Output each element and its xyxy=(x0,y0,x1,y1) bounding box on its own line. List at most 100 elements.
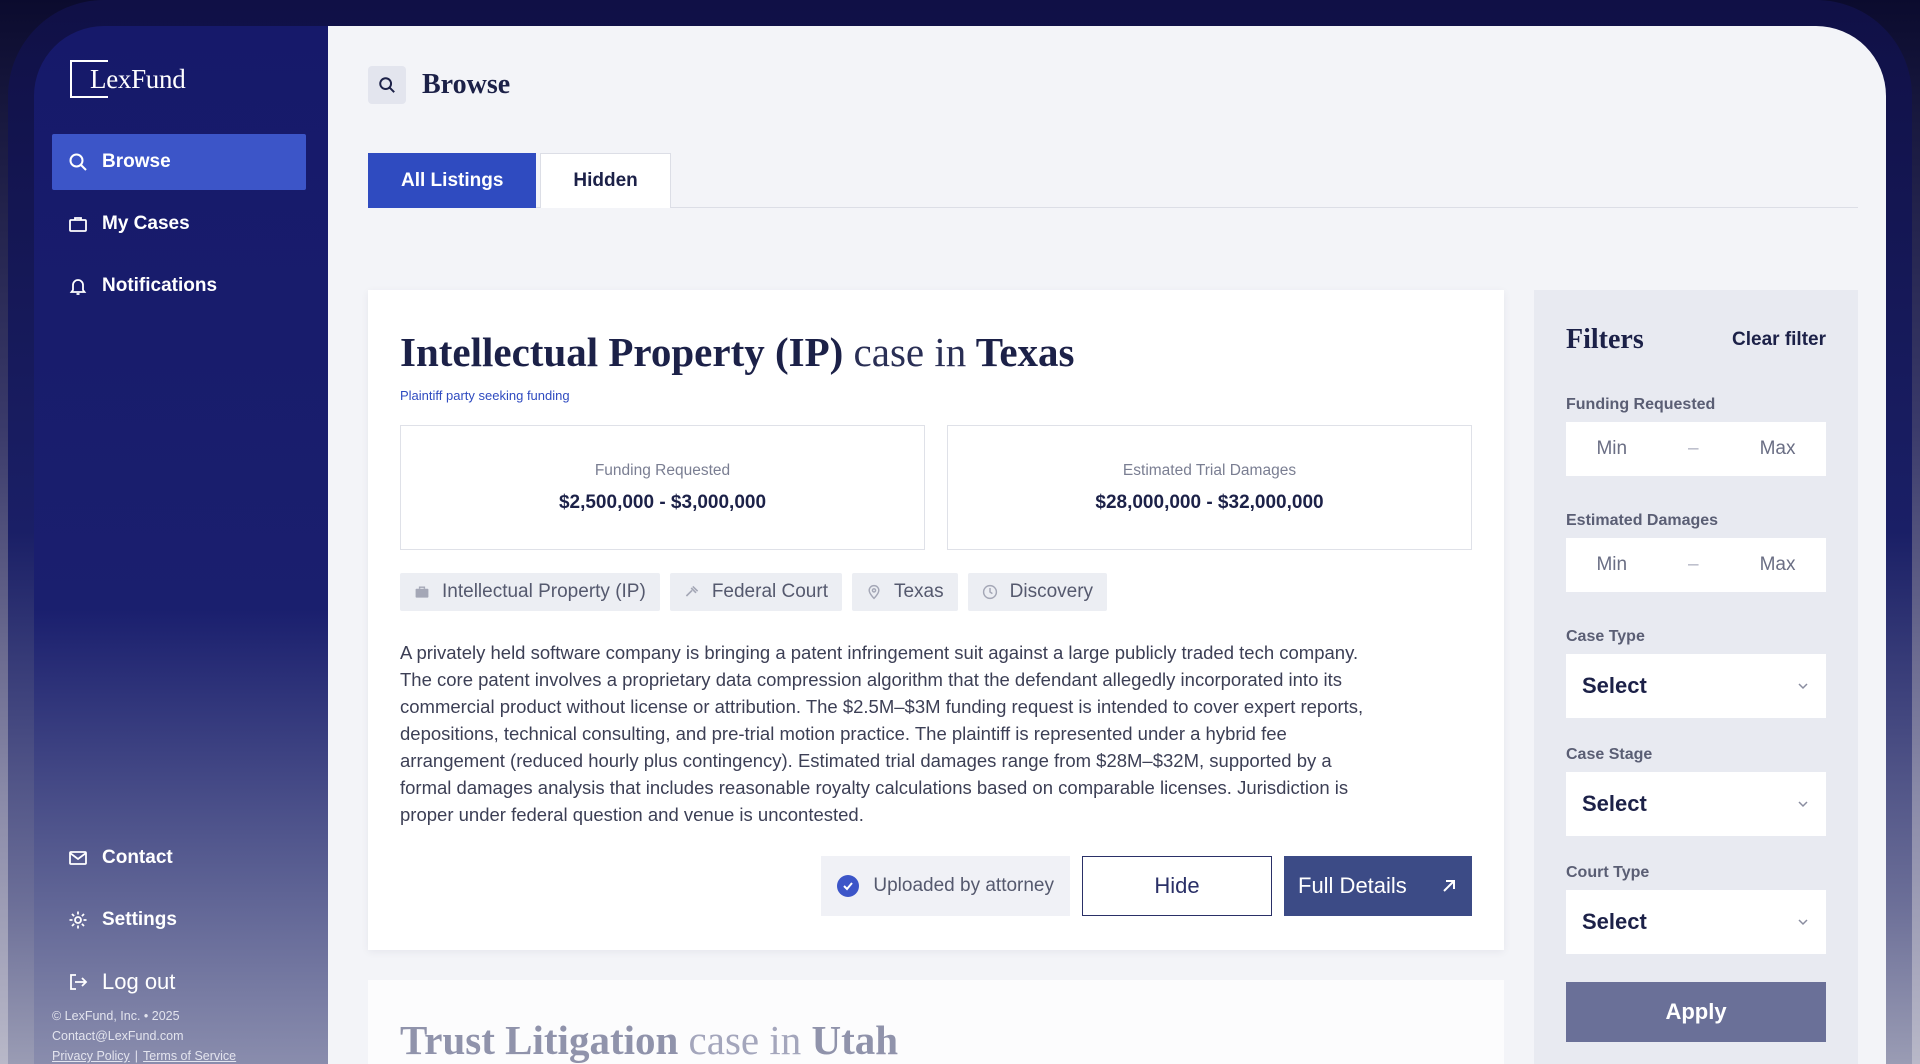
listing-title-connector: case in xyxy=(688,1017,802,1063)
search-icon xyxy=(368,66,406,104)
sidebar-item-browse[interactable]: Browse xyxy=(52,134,306,190)
listing-state: Texas xyxy=(975,329,1075,375)
terms-link[interactable]: Terms of Service xyxy=(143,1049,236,1063)
court-type-select[interactable]: Select xyxy=(1566,890,1826,954)
filter-label: Estimated Damages xyxy=(1566,512,1719,529)
arrow-up-right-icon xyxy=(1443,880,1455,892)
apply-button[interactable]: Apply xyxy=(1566,982,1826,1042)
main-content: Browse All Listings Hidden Intellectual … xyxy=(328,26,1886,1064)
listing-tags: Intellectual Property (IP) Federal Court… xyxy=(400,573,1472,611)
full-details-button[interactable]: Full Details xyxy=(1284,856,1472,916)
estimated-damages-box: Estimated Trial Damages $28,000,000 - $3… xyxy=(947,425,1472,550)
funding-min-input[interactable]: Min xyxy=(1596,438,1627,460)
tag-label: Texas xyxy=(893,581,944,602)
tab-hidden[interactable]: Hidden xyxy=(540,153,671,208)
sidebar-item-label: Contact xyxy=(102,847,173,868)
tag-chip: Discovery xyxy=(967,573,1108,611)
stat-value: $2,500,000 - $3,000,000 xyxy=(558,491,767,513)
chevron-down-icon xyxy=(1798,683,1808,690)
tag-label: Discovery xyxy=(1009,581,1094,602)
filter-label: Case Type xyxy=(1566,628,1645,645)
mail-icon xyxy=(69,851,87,865)
filter-label: Case Stage xyxy=(1566,746,1653,763)
damages-min-input[interactable]: Min xyxy=(1596,554,1627,576)
privacy-link[interactable]: Privacy Policy xyxy=(52,1049,130,1063)
hide-button[interactable]: Hide xyxy=(1082,856,1272,916)
verified-label: Uploaded by attorney xyxy=(873,875,1054,896)
check-circle-icon xyxy=(837,875,860,897)
clock-icon xyxy=(982,584,997,600)
gear-icon xyxy=(69,911,87,929)
damages-range-input: Min – Max xyxy=(1566,538,1826,592)
description-line: commercial product without license or at… xyxy=(400,696,1364,717)
bell-icon xyxy=(69,279,87,295)
sidebar-item-settings[interactable]: Settings xyxy=(52,892,306,948)
sidebar-item-label: Settings xyxy=(102,909,177,930)
listing-title: Trust Litigation case in Utah xyxy=(400,1016,1472,1064)
sidebar-footer: © LexFund, Inc. • 2025 Contact@LexFund.c… xyxy=(52,1006,236,1064)
tag-chip: Intellectual Property (IP) xyxy=(400,573,660,611)
funding-requested-box: Funding Requested $2,500,000 - $3,000,00… xyxy=(400,425,925,550)
logo-text: LexFund xyxy=(90,63,186,94)
stat-value: $28,000,000 - $32,000,000 xyxy=(1095,491,1324,513)
tag-label: Intellectual Property (IP) xyxy=(442,581,646,602)
sidebar-item-label: Notifications xyxy=(102,275,218,296)
search-icon xyxy=(69,153,87,171)
chevron-down-icon xyxy=(1798,919,1808,926)
sidebar-item-notifications[interactable]: Notifications xyxy=(52,258,306,314)
select-value: Select xyxy=(1582,791,1647,816)
gavel-icon xyxy=(685,585,698,597)
listing-subtitle: Plaintiff party seeking funding xyxy=(400,388,570,403)
listing-case-type: Intellectual Property (IP) xyxy=(400,329,844,375)
select-value: Select xyxy=(1582,909,1647,934)
logout-icon xyxy=(70,974,88,990)
app-window: LexFund Browse My Cases Notifications Co… xyxy=(34,26,1886,1064)
range-dash: – xyxy=(1688,438,1699,459)
funding-max-input[interactable]: Max xyxy=(1760,438,1796,460)
full-details-label: Full Details xyxy=(1298,873,1407,898)
listing-state: Utah xyxy=(811,1017,899,1063)
sidebar-item-label: Browse xyxy=(102,151,171,172)
filters-header: Filters Clear filter xyxy=(1566,324,1826,356)
tag-chip: Federal Court xyxy=(669,573,842,611)
description-line: A privately held software company is bri… xyxy=(400,642,1359,663)
sidebar-item-logout[interactable]: Log out xyxy=(52,954,306,1010)
description-line: proper under federal question and venue … xyxy=(400,804,864,825)
case-stage-select[interactable]: Select xyxy=(1566,772,1826,836)
description-line: formal damages analysis that includes re… xyxy=(400,777,1349,798)
tag-chip: Texas xyxy=(851,573,958,611)
briefcase-icon xyxy=(69,217,87,232)
sidebar-nav: Browse My Cases Notifications xyxy=(52,134,306,320)
briefcase-icon xyxy=(415,586,429,598)
clear-filter-button[interactable]: Clear filter xyxy=(1732,329,1826,351)
copyright: © LexFund, Inc. • 2025 xyxy=(52,1009,180,1023)
funding-range-input: Min – Max xyxy=(1566,422,1826,476)
listing-title: Intellectual Property (IP) case in Texas xyxy=(400,328,1472,376)
filter-label: Court Type xyxy=(1566,864,1650,881)
sidebar-item-my-cases[interactable]: My Cases xyxy=(52,196,306,252)
divider: | xyxy=(134,1049,139,1063)
sidebar: LexFund Browse My Cases Notifications Co… xyxy=(34,26,328,1064)
tag-label: Federal Court xyxy=(711,581,828,602)
filters-panel: Filters Clear filter Funding Requested M… xyxy=(1534,290,1858,1064)
case-type-select[interactable]: Select xyxy=(1566,654,1826,718)
listing-title-connector: case in xyxy=(853,329,967,375)
stat-label: Estimated Trial Damages xyxy=(1122,461,1297,479)
verified-badge: Uploaded by attorney xyxy=(821,856,1070,916)
tab-all-listings[interactable]: All Listings xyxy=(368,153,537,208)
sidebar-bottom-nav: Contact Settings Log out xyxy=(52,830,306,1016)
sidebar-item-label: Log out xyxy=(102,969,176,994)
select-value: Select xyxy=(1582,673,1647,698)
range-dash: – xyxy=(1688,554,1699,575)
description-line: arrangement (reduced hourly plus conting… xyxy=(400,750,1332,771)
damages-max-input[interactable]: Max xyxy=(1760,554,1796,576)
listing-card: Intellectual Property (IP) case in Texas… xyxy=(368,290,1504,950)
stat-label: Funding Requested xyxy=(594,461,731,479)
description-line: depositions, technical consulting, and p… xyxy=(400,723,1287,744)
listing-tabs: All Listings Hidden xyxy=(368,153,1858,208)
sidebar-item-contact[interactable]: Contact xyxy=(52,830,306,886)
listing-case-type: Trust Litigation xyxy=(400,1017,679,1063)
listing-stats: Funding Requested $2,500,000 - $3,000,00… xyxy=(400,425,1472,550)
logo[interactable]: LexFund xyxy=(70,60,186,98)
page-header: Browse xyxy=(368,66,510,104)
